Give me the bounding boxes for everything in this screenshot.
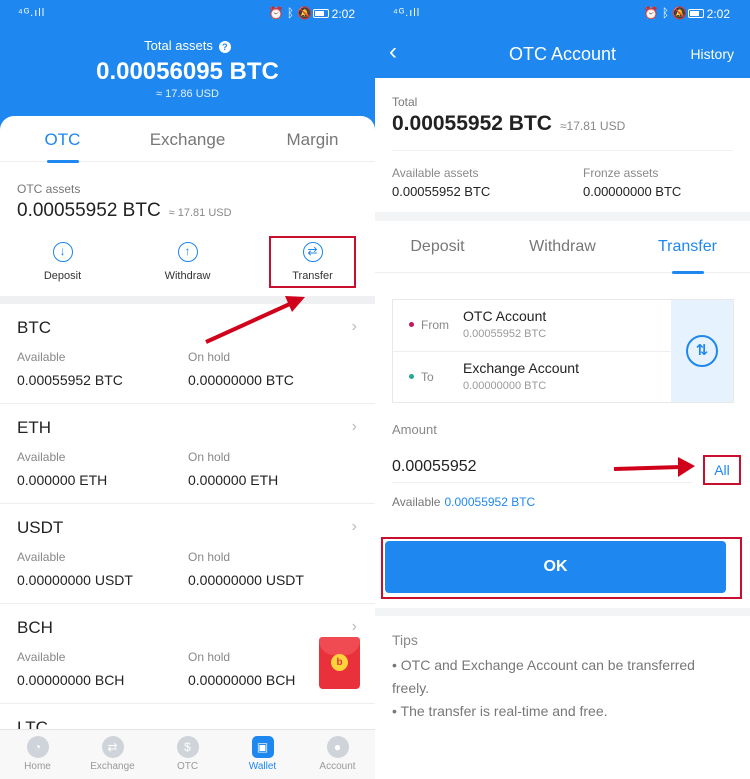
- bottom-nav: ◔ Home ⇄ Exchange $ OTC ▣ Wallet ● Account: [0, 729, 375, 779]
- tip-line: freely.: [392, 680, 430, 696]
- tips-title: Tips: [392, 632, 418, 648]
- home-icon: ◔: [26, 736, 49, 758]
- annotation-arrow-transfer: [205, 296, 305, 344]
- nav-home[interactable]: ◔ Home: [0, 730, 75, 779]
- otc-account-screen: ⁴ᴳ.ıll ⏰ᛒ🔕 2:02 ‹ OTC Account History To…: [375, 0, 750, 779]
- tips-section: Tips • OTC and Exchange Account can be t…: [375, 616, 750, 779]
- dollar-icon: $: [176, 736, 199, 758]
- exchange-icon: ⇄: [101, 736, 124, 758]
- wallet-screen: ⁴ᴳ.ıll ⏰ᛒ🔕 2:02 Total assets? 0.00056095…: [0, 0, 375, 779]
- wallet-icon: ▣: [251, 736, 274, 758]
- nav-exchange[interactable]: ⇄ Exchange: [75, 730, 150, 779]
- nav-account[interactable]: ● Account: [300, 730, 375, 779]
- tip-line: • OTC and Exchange Account can be transf…: [392, 657, 695, 673]
- person-icon: ●: [326, 736, 349, 758]
- nav-wallet[interactable]: ▣ Wallet: [225, 730, 300, 779]
- tip-line: • The transfer is real-time and free.: [392, 703, 608, 719]
- nav-otc[interactable]: $ OTC: [150, 730, 225, 779]
